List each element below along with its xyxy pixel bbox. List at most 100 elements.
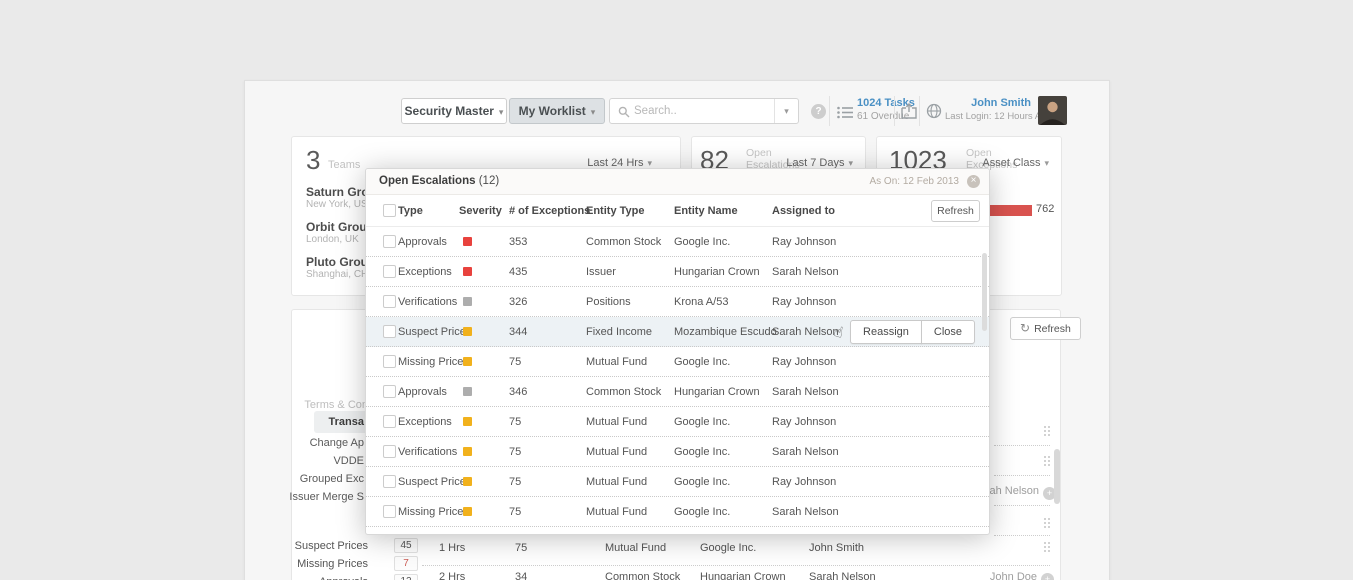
row-checkbox[interactable] xyxy=(383,235,396,248)
cell-entity-type: Common Stock xyxy=(586,386,661,398)
severity-indicator xyxy=(463,447,472,456)
cell-type: Approvals xyxy=(398,386,447,398)
chevron-down-icon: ▾ xyxy=(848,158,853,168)
column-header-severity: Severity xyxy=(459,205,502,217)
chevron-down-icon: ▾ xyxy=(647,158,652,168)
severity-indicator xyxy=(463,477,472,486)
row-checkbox[interactable] xyxy=(383,265,396,278)
escalation-row[interactable]: Exceptions 75 Mutual Fund Google Inc. Ra… xyxy=(366,407,989,437)
severity-indicator xyxy=(463,507,472,516)
cell-assigned-to: Ray Johnson xyxy=(772,476,836,488)
escalation-row[interactable]: Approvals 346 Common Stock Hungarian Cro… xyxy=(366,377,989,407)
sidebar-item[interactable]: Grouped Exc xyxy=(288,470,372,488)
escalation-row[interactable]: Suspect Prices 75 Mutual Fund Google Inc… xyxy=(366,467,989,497)
cell-entity-type: Common Stock xyxy=(586,236,661,248)
cell-entity-name: Hungarian Crown xyxy=(674,386,760,398)
reassign-button[interactable]: Reassign xyxy=(850,320,922,344)
row-divider xyxy=(422,565,1050,566)
exceptions-filter-dropdown[interactable]: Asset Class▾ xyxy=(982,157,1049,169)
chevron-down-icon: ▾ xyxy=(1044,158,1049,168)
modal-count: (12) xyxy=(479,175,499,187)
severity-indicator xyxy=(463,267,472,276)
cell-entity-type: Positions xyxy=(586,296,631,308)
row-checkbox[interactable] xyxy=(383,475,396,488)
cell-entity-name: Krona A/53 xyxy=(674,296,728,308)
export-icon[interactable] xyxy=(901,103,917,119)
as-on-date: As On: 12 Feb 2013 xyxy=(869,176,959,187)
escalation-row[interactable]: Missing Prices 75 Mutual Fund Google Inc… xyxy=(366,347,989,377)
escalation-row[interactable]: Exceptions 435 Issuer Hungarian Crown Sa… xyxy=(366,257,989,287)
escalation-row[interactable]: Suspect Prices 344 Fixed Income Mozambiq… xyxy=(366,317,989,347)
count-badge: 12 xyxy=(394,574,418,580)
escalation-row[interactable]: Verifications 326 Positions Krona A/53 R… xyxy=(366,287,989,317)
row-checkbox[interactable] xyxy=(383,355,396,368)
cell-exceptions: 353 xyxy=(509,236,527,248)
counter-label: Suspect Prices xyxy=(295,537,368,555)
last-login: Last Login: 12 Hours Ago xyxy=(945,110,1031,123)
cell-type: Exceptions xyxy=(398,266,452,278)
counter-label: Approvals xyxy=(319,573,368,580)
worklist-dropdown-label: My Worklist xyxy=(519,104,586,118)
help-icon[interactable]: ? xyxy=(811,104,826,119)
row-divider xyxy=(994,475,1050,476)
cell-type: Suspect Prices xyxy=(398,326,471,338)
user-info[interactable]: John Smith Last Login: 12 Hours Ago xyxy=(945,97,1031,123)
count-badge: 45 xyxy=(394,538,418,553)
row-checkbox[interactable] xyxy=(383,415,396,428)
modal-refresh-button[interactable]: Refresh xyxy=(931,200,980,222)
globe-icon[interactable] xyxy=(926,103,942,119)
chevron-down-icon: ▾ xyxy=(591,107,596,117)
row-menu-icon[interactable] xyxy=(1044,426,1046,428)
row-menu-icon[interactable] xyxy=(1044,518,1046,520)
scrollbar-thumb[interactable] xyxy=(1054,449,1060,504)
sidebar-item[interactable]: VDDE xyxy=(288,452,372,470)
search-options-caret[interactable]: ▾ xyxy=(774,99,798,123)
worklist-dropdown[interactable]: My Worklist ▾ xyxy=(509,98,605,124)
row-checkbox[interactable] xyxy=(383,325,396,338)
sidebar-counter-item[interactable]: Approvals 12 xyxy=(268,573,420,580)
module-dropdown[interactable]: Security Master▾ xyxy=(401,98,507,124)
severity-indicator xyxy=(463,387,472,396)
row-checkbox[interactable] xyxy=(383,445,396,458)
sidebar-counter-item[interactable]: Missing Prices 7 xyxy=(268,555,420,573)
divider xyxy=(919,96,920,126)
row-checkbox[interactable] xyxy=(383,505,396,518)
sidebar-counter-item[interactable]: Suspect Prices 45 xyxy=(268,537,420,555)
modal-title: Open Escalations (12) xyxy=(379,175,499,187)
cell-exceptions: 326 xyxy=(509,296,527,308)
cell-assigned-to: Sarah Nelson xyxy=(772,326,839,338)
row-menu-icon[interactable] xyxy=(1044,456,1046,458)
cell-entity-name: Google Inc. xyxy=(674,476,730,488)
select-all-checkbox[interactable] xyxy=(383,204,396,217)
escalation-row[interactable]: Approvals 353 Common Stock Google Inc. R… xyxy=(366,227,989,257)
search-icon xyxy=(618,106,630,118)
close-icon[interactable]: × xyxy=(967,175,980,188)
task-list-icon[interactable] xyxy=(837,106,853,119)
cell-entity-name: Google Inc. xyxy=(674,236,730,248)
sidebar-counters: Suspect Prices 45 Missing Prices 7 Appro… xyxy=(268,537,420,580)
search-input[interactable] xyxy=(634,99,772,123)
sidebar-item[interactable]: Change Ap xyxy=(288,434,372,452)
search-box: ▾ xyxy=(609,98,799,124)
user-avatar[interactable] xyxy=(1038,96,1067,125)
escalation-row[interactable]: Missing Prices 75 Mutual Fund Google Inc… xyxy=(366,497,989,527)
column-header-entity-name: Entity Name xyxy=(674,205,738,217)
row-menu-icon[interactable] xyxy=(1044,542,1046,544)
row-checkbox[interactable] xyxy=(383,295,396,308)
sidebar-item[interactable]: Issuer Merge S xyxy=(288,488,372,506)
severity-indicator xyxy=(463,237,472,246)
cell-assigned-to: John Smith xyxy=(809,542,864,554)
row-checkbox[interactable] xyxy=(383,385,396,398)
module-dropdown-label: Security Master xyxy=(405,104,494,118)
cell-exceptions: 435 xyxy=(509,266,527,278)
cell-type: Suspect Prices xyxy=(398,476,471,488)
modal-scrollbar-thumb[interactable] xyxy=(982,253,987,331)
assign-icon[interactable]: + xyxy=(1041,573,1054,580)
sidebar-item[interactable]: Transa xyxy=(314,411,372,433)
cell-count: 34 xyxy=(515,571,527,580)
severity-indicator xyxy=(463,357,472,366)
refresh-button[interactable]: ↻Refresh xyxy=(1010,317,1081,340)
close-row-button[interactable]: Close xyxy=(921,320,975,344)
cell-entity-type: Mutual Fund xyxy=(586,506,647,518)
escalation-row[interactable]: Verifications 75 Mutual Fund Google Inc.… xyxy=(366,437,989,467)
